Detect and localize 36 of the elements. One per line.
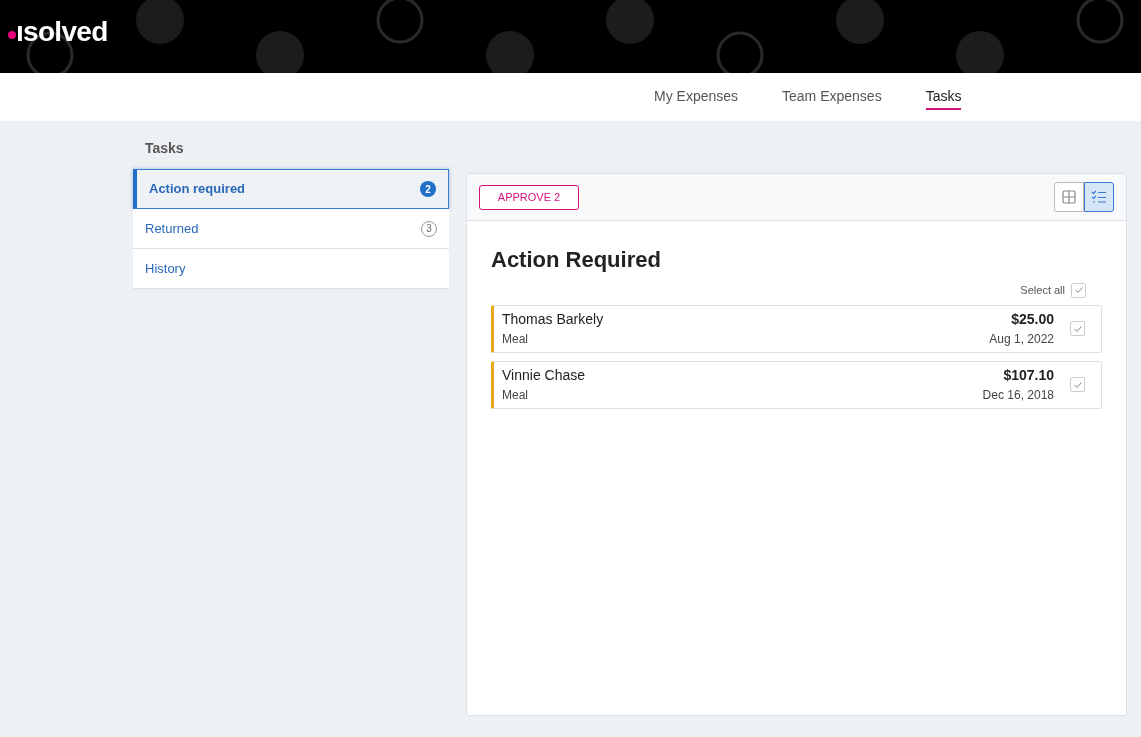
expense-card[interactable]: Vinnie Chase Meal $107.10 Dec 16, 2018 (491, 360, 1102, 409)
employee-name: Vinnie Chase (502, 366, 587, 385)
sidebar-item-label: Action required (149, 180, 246, 199)
checkbox[interactable] (1070, 377, 1085, 392)
checkmark-icon (1072, 379, 1083, 390)
logo-text: ısolved (16, 18, 108, 46)
nav-tab[interactable]: My Expenses (654, 84, 739, 110)
expense-date: Dec 16, 2018 (982, 387, 1054, 404)
expense-card[interactable]: Thomas Barkely Meal $25.00 Aug 1, 2022 (491, 304, 1102, 353)
nav-tab[interactable]: Tasks (925, 84, 962, 110)
sidebar-title: Tasks (144, 139, 185, 158)
expense-category: Meal (502, 331, 529, 348)
select-all-label: Select all (1020, 283, 1065, 298)
page-heading: Action Required (491, 246, 662, 274)
grid-icon (1062, 190, 1076, 204)
sidebar-item-label: Returned (145, 219, 199, 238)
expense-category: Meal (502, 387, 529, 404)
expense-amount: $107.10 (1003, 366, 1054, 385)
sidebar-item[interactable]: Returned 3 (133, 209, 449, 249)
grid-view-button[interactable] (1054, 182, 1084, 212)
count-badge: 2 (420, 181, 436, 197)
nav-tab[interactable]: Team Expenses (782, 84, 882, 110)
list-view-button[interactable] (1084, 182, 1114, 212)
expense-date: Aug 1, 2022 (989, 331, 1054, 348)
checkmark-icon (1072, 323, 1083, 334)
employee-name: Thomas Barkely (502, 310, 605, 329)
expense-amount: $25.00 (1011, 310, 1054, 329)
checkbox[interactable] (1071, 282, 1086, 298)
sidebar-item[interactable]: Action required 2 (133, 169, 449, 209)
checklist-icon (1091, 190, 1107, 204)
logo-dot-icon (8, 31, 16, 39)
approve-button[interactable]: APPROVE 2 (479, 184, 579, 210)
checkmark-icon (1073, 285, 1084, 296)
sidebar-item[interactable]: History (133, 249, 449, 289)
sidebar-item-label: History (145, 259, 186, 278)
checkbox[interactable] (1070, 321, 1085, 336)
